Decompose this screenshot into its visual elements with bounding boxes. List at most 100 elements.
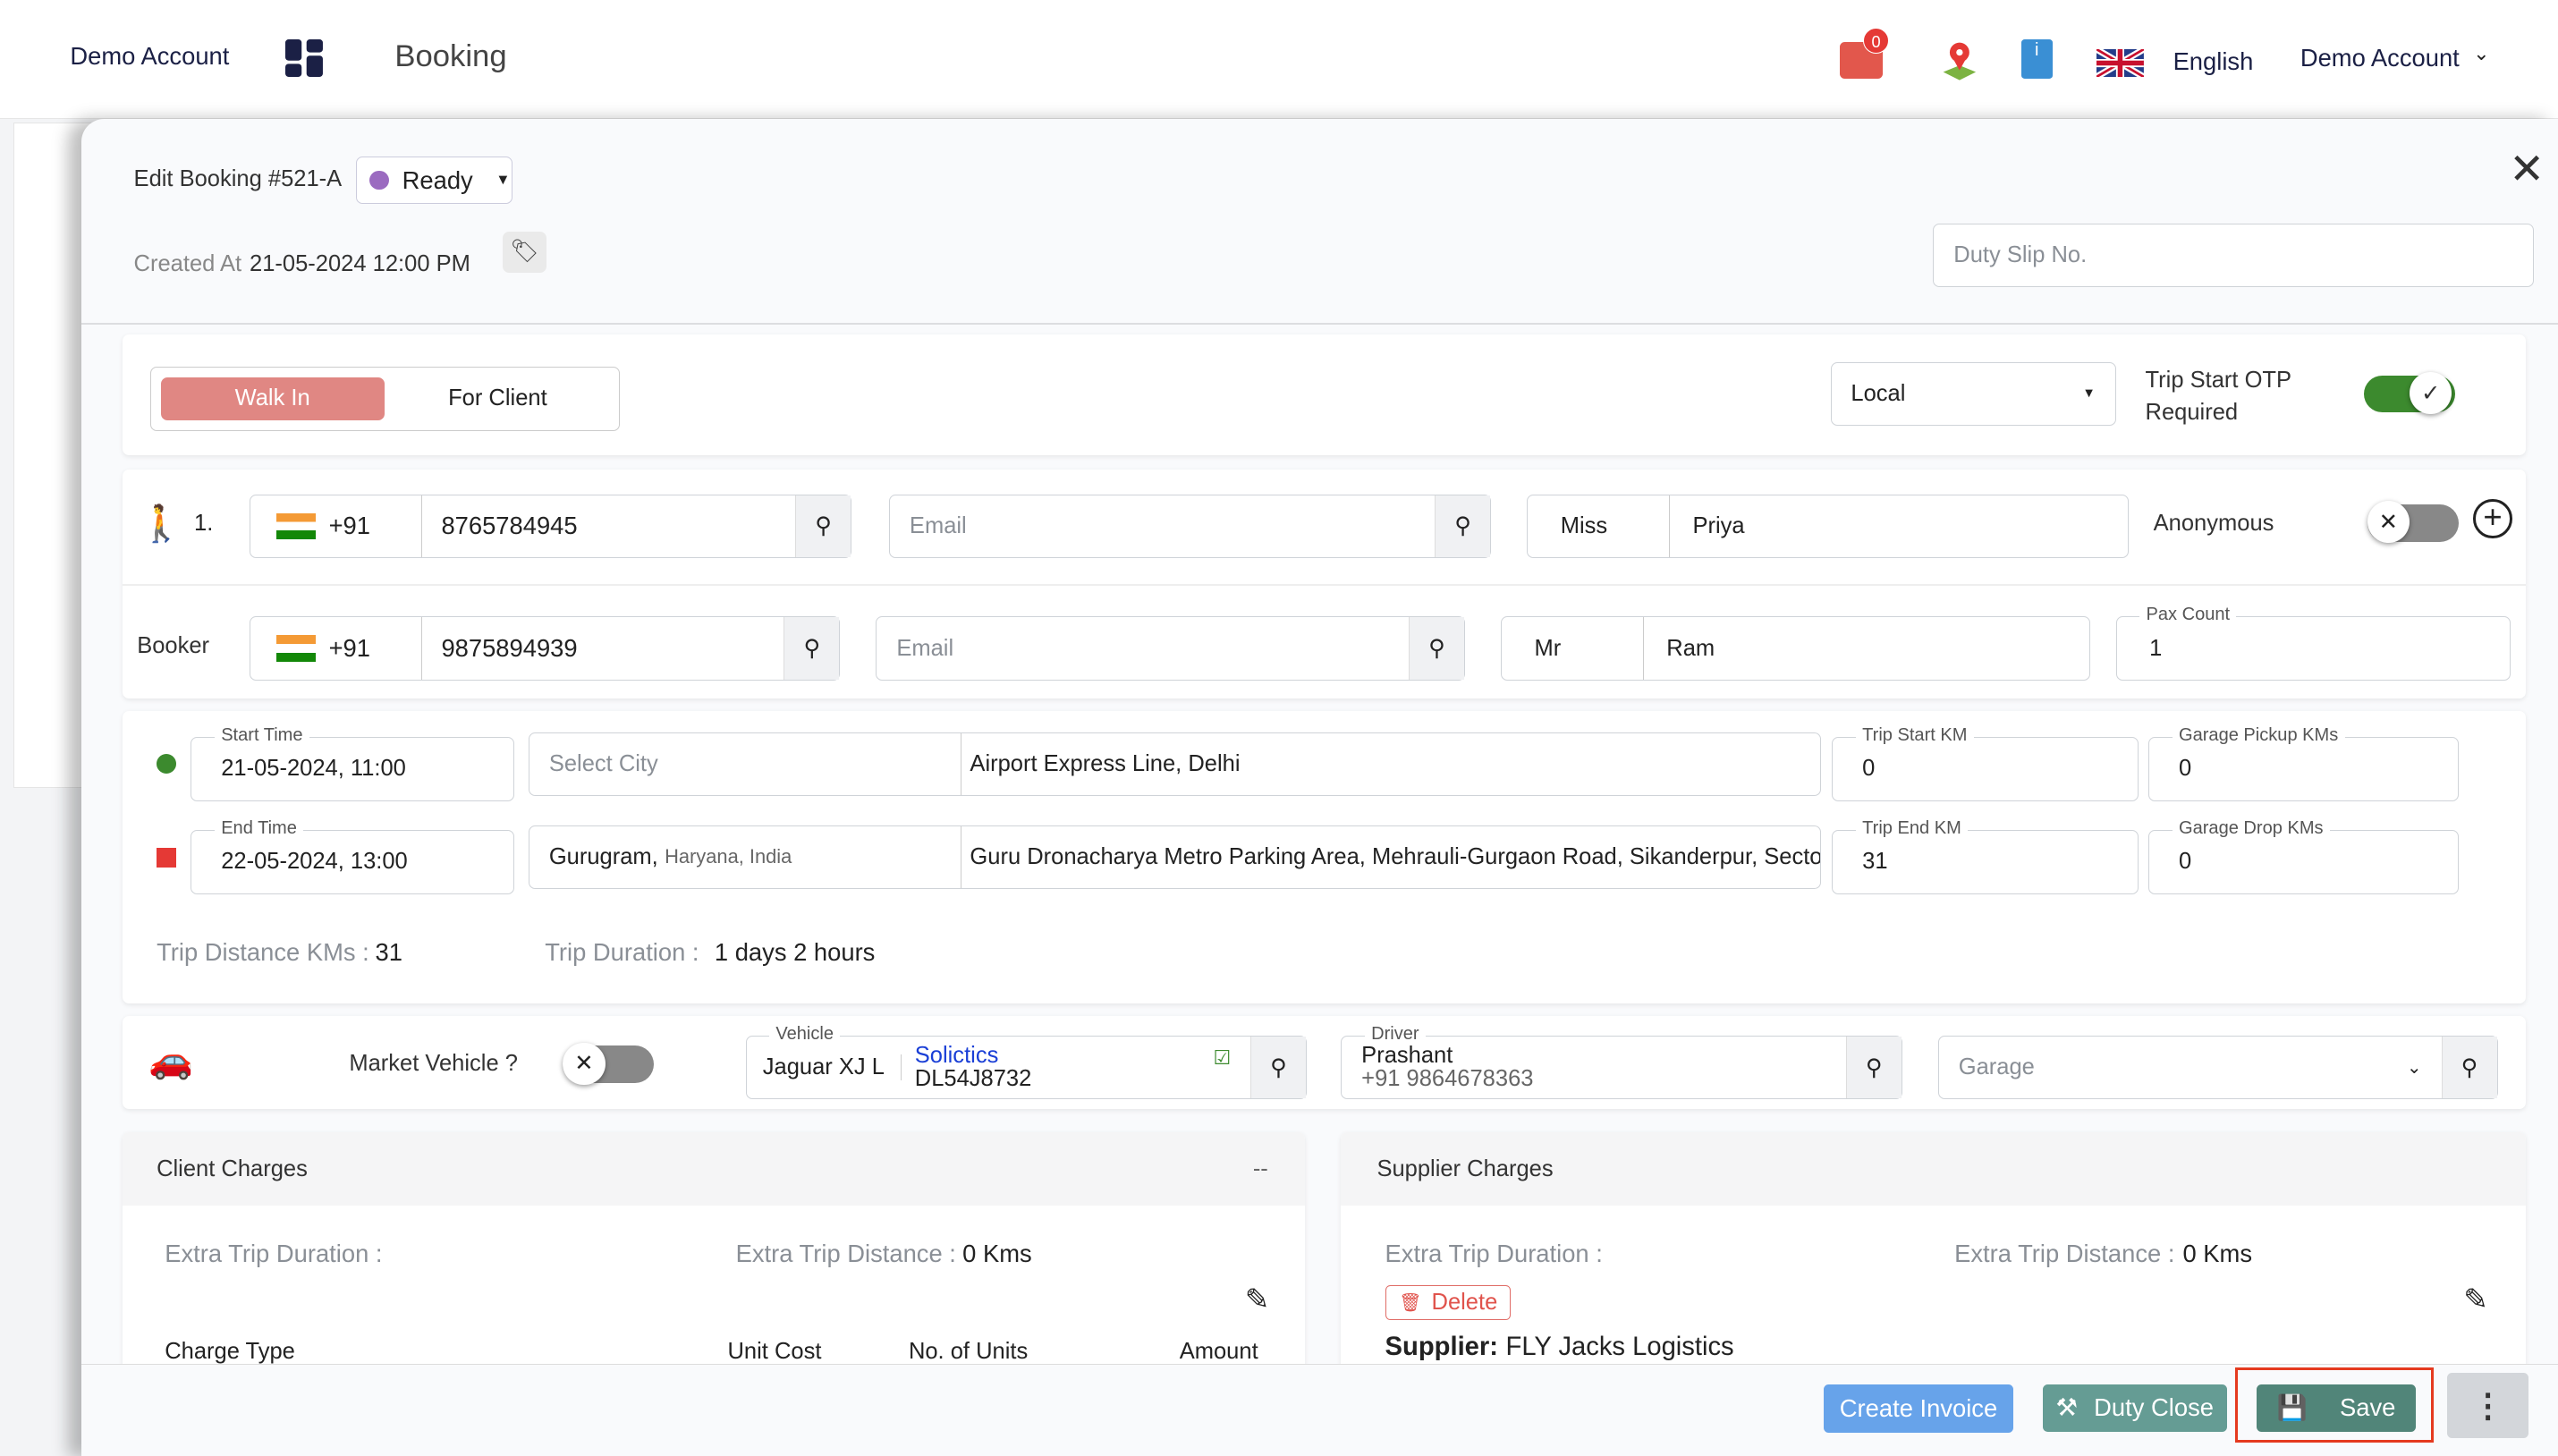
for-client-option[interactable]: For Client [395, 377, 599, 419]
search-icon[interactable]: ⚲ [1845, 1037, 1902, 1099]
passenger-phone-field[interactable]: +91 8765784945 ⚲ [250, 494, 852, 558]
status-dropdown[interactable]: Ready ▼ [355, 157, 512, 204]
india-flag-icon [276, 512, 316, 539]
delete-button[interactable]: 🗑 Delete [1385, 1285, 1511, 1320]
start-city-select[interactable]: Select City [529, 732, 962, 796]
garage-drop-km-label: Garage Drop KMs [2172, 817, 2330, 839]
language-selector[interactable]: English [2173, 47, 2254, 76]
end-time-input[interactable]: End Time 22-05-2024, 13:00 [191, 817, 514, 894]
map-pin-icon[interactable] [1940, 39, 1979, 81]
booker-name: Ram [1666, 635, 1715, 661]
more-options-icon[interactable]: ⋮ [2446, 1372, 2529, 1438]
driver-field[interactable]: Driver Prashant +91 9864678363 ⚲ [1341, 1023, 1902, 1100]
search-icon[interactable]: ⚲ [1435, 495, 1491, 557]
extra-duration-label: Extra Trip Duration : [165, 1240, 383, 1268]
create-invoice-button[interactable]: Create Invoice [1824, 1384, 2013, 1434]
booker-name-field[interactable]: Mr Ram [1501, 616, 2090, 681]
passenger-name-field[interactable]: Miss Priya [1527, 494, 2130, 558]
divider [122, 583, 2526, 586]
pencil-icon[interactable]: ✎ [1245, 1282, 1270, 1316]
trip-start-km-label: Trip Start KM [1855, 724, 1974, 746]
start-time-value: 21-05-2024, 11:00 [221, 756, 406, 782]
anonymous-toggle[interactable]: ✕ [2367, 500, 2459, 544]
document-check-icon[interactable]: ☑ [1213, 1046, 1231, 1070]
market-vehicle-toggle[interactable]: ✕ [563, 1042, 655, 1085]
search-icon[interactable]: ⚲ [1408, 617, 1464, 680]
save-button[interactable]: 💾 Save [2256, 1384, 2417, 1432]
vehicle-model: Jaguar XJ L [747, 1054, 902, 1081]
caret-down-icon: ▼ [496, 172, 511, 189]
trip-distance-value: 31 [375, 937, 402, 966]
end-time-label: End Time [214, 817, 304, 839]
x-icon: ✕ [2367, 500, 2410, 544]
column-amount: Amount [1179, 1339, 1258, 1365]
trip-end-km-input[interactable]: Trip End KM 31 [1832, 817, 2139, 894]
drop-location-field[interactable]: Gurugram, Haryana, India Guru Dronacharya … [528, 825, 1821, 890]
chevron-down-icon: ⌄ [2406, 1058, 2422, 1079]
extra-distance-label: Extra Trip Distance : [735, 1240, 956, 1268]
add-passenger-icon[interactable]: + [2473, 499, 2512, 538]
passenger-email-input[interactable]: Email ⚲ [889, 494, 1492, 558]
garage-placeholder: Garage [1958, 1054, 2035, 1080]
india-flag-icon [276, 635, 316, 662]
garage-select[interactable]: Garage ⌄ ⚲ [1937, 1036, 2498, 1100]
mail-icon[interactable]: 0 [1840, 28, 1890, 79]
search-icon[interactable]: ⚲ [783, 617, 840, 680]
dashboard-grid-icon[interactable] [285, 38, 325, 79]
end-city[interactable]: Gurugram, [549, 844, 658, 870]
end-address[interactable]: Guru Dronacharya Metro Parking Area, Meh… [961, 844, 1819, 870]
search-icon[interactable]: ⚲ [2441, 1037, 2497, 1099]
passenger-title[interactable]: Miss [1528, 495, 1670, 557]
start-address[interactable]: Airport Express Line, Delhi [961, 751, 1240, 777]
x-icon: ✕ [563, 1042, 606, 1085]
vehicle-vendor-link[interactable]: Solictics [915, 1044, 1032, 1068]
collapse-toggle[interactable]: -- [1253, 1156, 1268, 1182]
modal-footer: Create Invoice ⚒ Duty Close 💾 Save ⋮ [81, 1363, 2558, 1456]
pencil-icon[interactable]: ✎ [2463, 1282, 2488, 1316]
vehicle-field[interactable]: Vehicle Jaguar XJ L Solictics DL54J8732 ☑… [745, 1023, 1307, 1100]
garage-pickup-km-input[interactable]: Garage Pickup KMs 0 [2148, 724, 2459, 801]
duty-close-button[interactable]: ⚒ Duty Close [2042, 1384, 2227, 1432]
garage-drop-km-input[interactable]: Garage Drop KMs 0 [2148, 817, 2459, 894]
search-icon[interactable]: ⚲ [1249, 1037, 1306, 1099]
booker-phone-field[interactable]: +91 9875894939 ⚲ [250, 616, 841, 681]
hammer-icon: ⚒ [2055, 1393, 2078, 1422]
caret-down-icon: ▼ [2082, 386, 2096, 402]
trip-end-km-label: Trip End KM [1855, 817, 1969, 839]
check-icon: ✓ [2410, 371, 2452, 415]
booker-title[interactable]: Mr [1502, 617, 1644, 680]
tag-icon[interactable]: 🏷 [502, 231, 546, 273]
booking-title: Edit Booking #521-A [133, 166, 343, 192]
chevron-down-icon[interactable]: ⌄ [2473, 42, 2489, 65]
walk-in-option[interactable]: Walk In [160, 377, 385, 420]
duty-slip-placeholder: Duty Slip No. [1953, 241, 2088, 267]
country-code: +91 [328, 512, 370, 540]
account-name[interactable]: Demo Account [70, 42, 229, 71]
trip-start-km-input[interactable]: Trip Start KM 0 [1832, 724, 2139, 801]
divider [81, 323, 2558, 325]
save-label: Save [2340, 1393, 2396, 1422]
uk-flag-icon[interactable] [2096, 48, 2144, 77]
otp-toggle[interactable]: ✓ [2363, 371, 2456, 415]
pax-count-input[interactable]: Pax Count 1 [2115, 604, 2511, 681]
guide-book-icon[interactable]: i [2020, 38, 2053, 79]
user-menu[interactable]: Demo Account [2300, 44, 2460, 72]
booker-email-input[interactable]: Email ⚲ [876, 616, 1465, 681]
passenger-card: 🚶 1. +91 8765784945 ⚲ Email ⚲ Miss Priya A… [122, 470, 2526, 698]
extra-duration-label: Extra Trip Duration : [1385, 1240, 1603, 1268]
pickup-location-field[interactable]: Select City Airport Express Line, Delhi [528, 732, 1821, 797]
column-charge-type: Charge Type [165, 1339, 295, 1365]
start-time-input[interactable]: Start Time 21-05-2024, 11:00 [191, 724, 514, 801]
driver-label: Driver [1364, 1023, 1426, 1045]
driver-name: Prashant [1361, 1043, 1453, 1069]
vehicle-plate: DL54J8732 [914, 1065, 1032, 1091]
app-root: Demo Account Booking 0 i English Demo Ac… [0, 0, 2558, 1456]
trip-type-select[interactable]: Local ▼ [1830, 361, 2116, 427]
duty-slip-input[interactable]: Duty Slip No. [1933, 223, 2534, 287]
end-square [157, 848, 176, 868]
search-icon[interactable]: ⚲ [795, 495, 851, 557]
extra-distance-label: Extra Trip Distance : [1954, 1240, 2175, 1268]
end-region: Haryana, India [665, 845, 792, 868]
garage-pickup-km-label: Garage Pickup KMs [2172, 724, 2345, 746]
close-icon[interactable]: ✕ [2509, 145, 2545, 194]
